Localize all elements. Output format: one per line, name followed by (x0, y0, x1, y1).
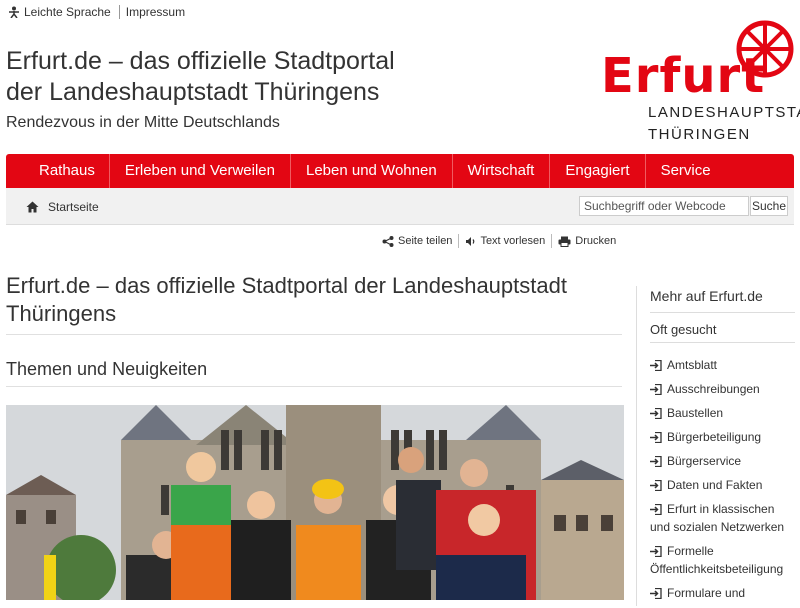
sidebar-link-buergerservice[interactable]: Bürgerservice (650, 452, 795, 470)
erfurt-logo[interactable]: Erfurt LANDESHAUPTSTADT THÜRINGEN (598, 18, 800, 148)
share-label: Seite teilen (398, 235, 453, 247)
sidebar-link-label: Daten und Fakten (667, 478, 763, 492)
divider (650, 342, 795, 343)
sidebar-link-oeffentlichkeitsbeteiligung[interactable]: Formelle Öffentlichkeitsbeteiligung (650, 542, 795, 578)
sidebar-link-label: Baustellen (667, 406, 724, 420)
section-title: Themen und Neuigkeiten (6, 359, 622, 387)
enter-arrow-icon (650, 455, 662, 468)
sidebar-link-netzwerke[interactable]: Erfurt in klassischen und sozialen Netzw… (650, 500, 795, 536)
sidebar-link-list: Amtsblatt Ausschreibungen Baustellen Bür… (650, 356, 795, 608)
enter-arrow-icon (650, 383, 662, 396)
sidebar-link-label: Formulare und (667, 586, 746, 600)
sidebar-link-label: Ausschreibungen (667, 382, 760, 396)
page-title-line2: Thüringens (6, 301, 117, 326)
breadcrumb[interactable]: Startseite (26, 200, 99, 214)
print-icon (558, 236, 571, 247)
sidebar-link-ausschreibungen[interactable]: Ausschreibungen (650, 380, 795, 398)
nav-item-wirtschaft[interactable]: Wirtschaft (453, 154, 551, 188)
enter-arrow-icon (650, 587, 662, 600)
hero-photo-graphic (6, 405, 624, 600)
easy-language-label: Leichte Sprache (24, 5, 111, 19)
read-aloud-label: Text vorlesen (480, 235, 546, 247)
main-navigation: Rathaus Erleben und Verweilen Leben und … (6, 154, 794, 188)
search-input[interactable] (579, 196, 749, 216)
logo-line1: LANDESHAUPTSTADT (648, 104, 800, 121)
logo-wordmark: Erfurt (601, 48, 766, 104)
nav-item-leben[interactable]: Leben und Wohnen (291, 154, 453, 188)
nav-item-service[interactable]: Service (646, 154, 726, 188)
enter-arrow-icon (650, 479, 662, 492)
home-icon (26, 201, 39, 213)
enter-arrow-icon (650, 359, 662, 372)
sidebar-link-baustellen[interactable]: Baustellen (650, 404, 795, 422)
print-button[interactable]: Drucken (558, 235, 616, 247)
speaker-icon (466, 236, 475, 246)
hero-image[interactable] (6, 405, 624, 600)
sidebar-link-formulare[interactable]: Formulare und (650, 584, 795, 602)
sidebar-subtitle: Oft gesucht (650, 322, 717, 337)
divider (551, 234, 553, 248)
sidebar-link-label: Amtsblatt (667, 358, 718, 372)
enter-arrow-icon (650, 503, 662, 516)
top-utility-bar: Leichte Sprache Impressum (8, 5, 185, 19)
logo-line2: THÜRINGEN (648, 126, 751, 143)
search-button[interactable]: Suche (750, 196, 788, 216)
enter-arrow-icon (650, 545, 662, 558)
easy-language-link[interactable]: Leichte Sprache (8, 5, 111, 19)
sidebar-link-label: Bürgerbeteiligung (667, 430, 762, 444)
site-title-line2: der Landeshauptstadt Thüringens (6, 78, 380, 106)
site-tagline: Rendezvous in der Mitte Deutschlands (6, 114, 280, 131)
sidebar: Mehr auf Erfurt.de Oft gesucht Amtsblatt… (636, 286, 795, 606)
share-page-button[interactable]: Seite teilen (382, 235, 452, 247)
site-title-line1: Erfurt.de – das offizielle Stadtportal (6, 47, 395, 75)
breadcrumb-home: Startseite (48, 200, 99, 214)
divider (118, 5, 120, 19)
nav-item-erleben[interactable]: Erleben und Verweilen (110, 154, 291, 188)
site-title: Erfurt.de – das offizielle Stadtportal d… (6, 46, 395, 108)
sidebar-link-label: Formelle Öffentlichkeitsbeteiligung (650, 544, 784, 576)
sidebar-title: Mehr auf Erfurt.de (650, 288, 763, 304)
enter-arrow-icon (650, 407, 662, 420)
divider (650, 312, 795, 313)
imprint-link[interactable]: Impressum (126, 5, 185, 19)
page-tools: Seite teilen Text vorlesen Drucken (382, 234, 616, 248)
sidebar-link-label: Bürgerservice (667, 454, 742, 468)
enter-arrow-icon (650, 431, 662, 444)
print-label: Drucken (575, 235, 617, 247)
easy-language-icon (9, 6, 19, 19)
sidebar-link-label: Erfurt in klassischen und sozialen Netzw… (650, 502, 785, 534)
share-icon (382, 235, 394, 247)
sidebar-link-buergerbeteiligung[interactable]: Bürgerbeteiligung (650, 428, 795, 446)
divider (458, 234, 460, 248)
page-title-line1: Erfurt.de – das offizielle Stadtportal d… (6, 273, 567, 298)
nav-item-rathaus[interactable]: Rathaus (6, 154, 110, 188)
nav-item-engagiert[interactable]: Engagiert (550, 154, 646, 188)
page-title: Erfurt.de – das offizielle Stadtportal d… (6, 272, 622, 335)
read-aloud-button[interactable]: Text vorlesen (465, 235, 545, 247)
sidebar-link-daten[interactable]: Daten und Fakten (650, 476, 795, 494)
breadcrumb-bar: Startseite Suche (6, 188, 794, 225)
sidebar-link-amtsblatt[interactable]: Amtsblatt (650, 356, 795, 374)
